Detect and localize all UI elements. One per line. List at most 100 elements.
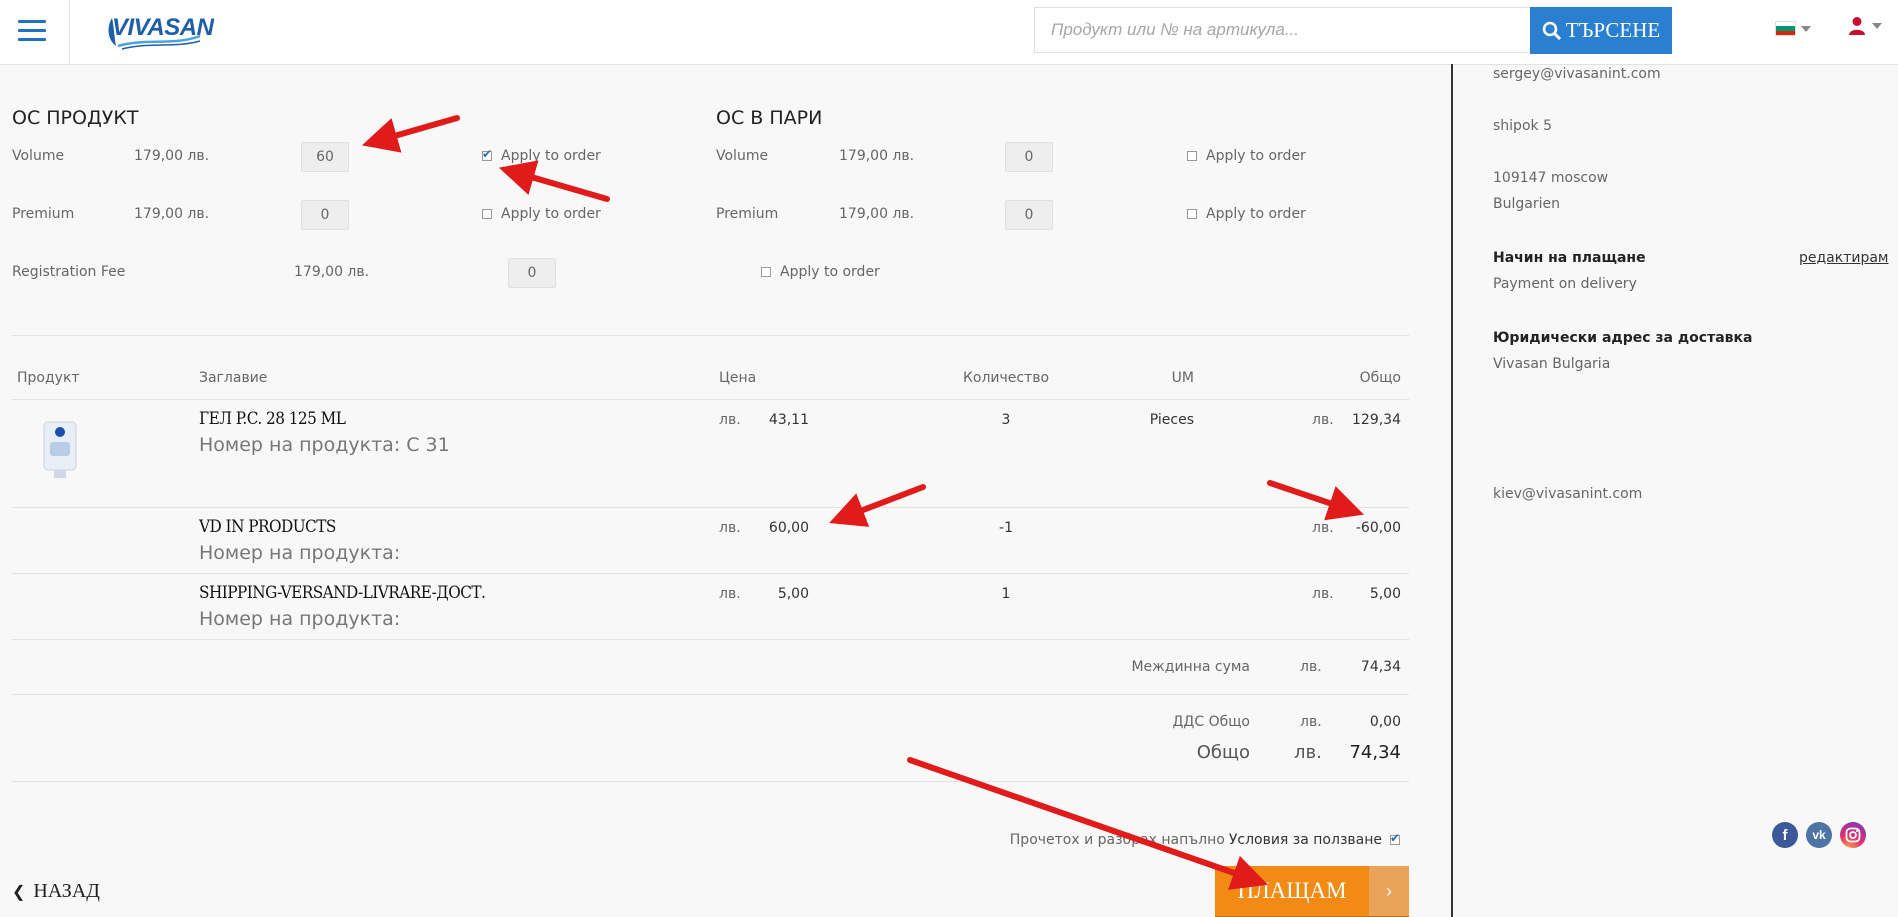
- logo-text: VIVASAN: [112, 14, 214, 41]
- col-header-total: Общо: [1359, 370, 1401, 386]
- language-selector[interactable]: [1776, 22, 1811, 35]
- col-header-title: Заглавие: [199, 370, 268, 386]
- registration-fee-qty[interactable]: [508, 258, 556, 288]
- grand-total-currency: лв.: [1294, 742, 1322, 763]
- oc-product-volume-apply[interactable]: Apply to order: [482, 147, 601, 164]
- back-button[interactable]: ❮ НАЗАД: [12, 880, 100, 903]
- oc-money-volume-apply[interactable]: Apply to order: [1187, 148, 1306, 164]
- terms-link[interactable]: Условия за ползване: [1229, 832, 1382, 848]
- oc-product-premium-qty[interactable]: [301, 200, 349, 230]
- legal-address-heading: Юридически адрес за доставка: [1493, 330, 1753, 346]
- search-input[interactable]: [1034, 7, 1530, 53]
- totals-divider: [12, 694, 1409, 695]
- user-menu[interactable]: [1848, 16, 1882, 36]
- totals-divider: [12, 781, 1409, 782]
- subtotal-label: Междинна сума: [1131, 659, 1250, 675]
- search-icon: [1542, 21, 1561, 40]
- product-code: Номер на продукта: C 31: [199, 434, 450, 456]
- product-name[interactable]: SHIPPING-VERSAND-LIVRARE-ДОСТ.: [199, 583, 486, 603]
- price-value: 5,00: [777, 586, 809, 602]
- registration-fee-amount: 179,00 лв.: [294, 264, 370, 280]
- annotation-arrow: [361, 115, 460, 153]
- oc-product-premium-amount: 179,00 лв.: [134, 206, 210, 222]
- section-divider: [12, 335, 1409, 336]
- registration-fee-label: Registration Fee: [12, 264, 126, 280]
- grand-total-label: Общо: [1196, 742, 1250, 763]
- pay-button-label: ПЛАЩАМ: [1237, 878, 1347, 903]
- price-value: 60,00: [768, 520, 809, 536]
- table-row-divider: [12, 573, 1409, 574]
- product-image[interactable]: [40, 418, 80, 482]
- product-code: Номер на продукта:: [199, 608, 401, 630]
- oc-money-volume-amount: 179,00 лв.: [839, 148, 915, 164]
- facebook-icon[interactable]: f: [1772, 822, 1798, 848]
- customer-email: sergey@vivasanint.com: [1493, 66, 1661, 82]
- grand-total-value: 74,34: [1349, 742, 1401, 763]
- oc-money-volume-qty[interactable]: [1005, 142, 1053, 172]
- checkbox[interactable]: [761, 267, 771, 277]
- edit-payment-link[interactable]: редактирам: [1799, 250, 1889, 266]
- oc-product-volume-label: Volume: [12, 148, 65, 164]
- checkbox[interactable]: [482, 209, 492, 219]
- oc-money-volume-label: Volume: [716, 148, 769, 164]
- checkbox[interactable]: [1187, 209, 1197, 219]
- price-currency: лв.: [719, 586, 741, 602]
- subtotal-currency: лв.: [1300, 659, 1322, 675]
- subtotal-value: 74,34: [1360, 659, 1401, 675]
- um-value: Pieces: [1149, 412, 1194, 428]
- product-name[interactable]: VD IN PRODUCTS: [199, 517, 336, 537]
- terms-text: Прочетох и разбрах напълно: [1009, 832, 1225, 848]
- total-value: 5,00: [1369, 586, 1401, 602]
- legal-address-value: Vivasan Bulgaria: [1493, 356, 1611, 372]
- terms-checkbox[interactable]: [1390, 831, 1400, 845]
- price-currency: лв.: [719, 412, 741, 428]
- price-currency: лв.: [719, 520, 741, 536]
- vat-currency: лв.: [1300, 714, 1322, 730]
- annotation-arrow: [498, 160, 610, 202]
- checkbox[interactable]: [482, 147, 492, 161]
- col-header-product: Продукт: [17, 370, 80, 386]
- registration-fee-apply[interactable]: Apply to order: [761, 264, 880, 280]
- total-value: 129,34: [1352, 412, 1401, 428]
- quantity-value: 3: [1001, 412, 1011, 428]
- header-divider: [69, 0, 70, 64]
- oc-product-volume-qty[interactable]: [301, 142, 349, 172]
- contact-email: kiev@vivasanint.com: [1493, 486, 1643, 502]
- hamburger-menu-icon[interactable]: [18, 20, 46, 44]
- vk-icon[interactable]: vk: [1806, 822, 1832, 848]
- product-code: Номер на продукта:: [199, 542, 401, 564]
- oc-money-title: ОС В ПАРИ: [716, 107, 823, 129]
- oc-money-premium-apply[interactable]: Apply to order: [1187, 206, 1306, 222]
- search-button[interactable]: ТЪРСЕНЕ: [1530, 7, 1672, 54]
- oc-product-premium-label: Premium: [12, 206, 75, 222]
- checkbox[interactable]: [1187, 151, 1197, 161]
- table-row-divider: [12, 639, 1409, 640]
- total-value: -60,00: [1355, 520, 1401, 536]
- pay-button[interactable]: ПЛАЩАМ ›: [1215, 866, 1409, 916]
- payment-method-value: Payment on delivery: [1493, 276, 1637, 292]
- oc-money-premium-qty[interactable]: [1005, 200, 1053, 230]
- quantity-value: -1: [999, 520, 1013, 536]
- oc-product-volume-amount: 179,00 лв.: [134, 148, 210, 164]
- chevron-left-icon: ❮: [12, 883, 26, 901]
- chevron-down-icon: [1872, 23, 1882, 29]
- vat-label: ДДС Общо: [1172, 714, 1250, 730]
- oc-product-premium-apply[interactable]: Apply to order: [482, 206, 601, 222]
- instagram-icon[interactable]: [1840, 822, 1866, 848]
- vat-value: 0,00: [1369, 714, 1401, 730]
- price-value: 43,11: [768, 412, 809, 428]
- sidebar-divider: [1451, 64, 1453, 917]
- col-header-um: UM: [1171, 370, 1194, 386]
- user-icon: [1849, 17, 1865, 35]
- bulgarian-flag-icon: [1776, 22, 1795, 35]
- payment-method-heading: Начин на плащане: [1493, 250, 1646, 266]
- oc-product-title: ОС ПРОДУКТ: [12, 107, 139, 129]
- col-header-quantity: Количество: [962, 370, 1050, 386]
- product-name[interactable]: ГЕЛ P.C. 28 125 ML: [199, 409, 346, 429]
- terms-row: Прочетох и разбрах напълно Условия за по…: [980, 831, 1400, 848]
- oc-money-premium-amount: 179,00 лв.: [839, 206, 915, 222]
- address-country: Bulgarien: [1493, 196, 1560, 212]
- back-button-label: НАЗАД: [33, 880, 100, 902]
- quantity-value: 1: [1001, 586, 1011, 602]
- address-city: 109147 moscow: [1493, 170, 1609, 186]
